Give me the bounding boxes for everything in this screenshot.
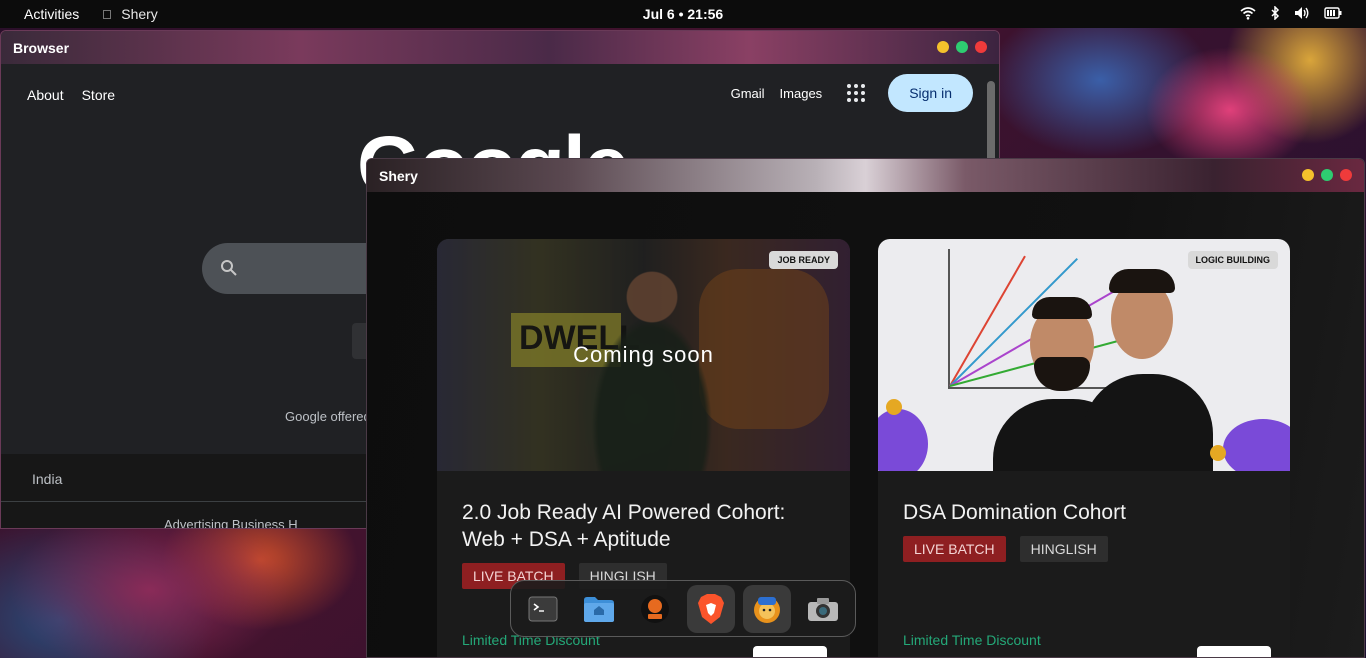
enroll-button[interactable] bbox=[753, 646, 827, 657]
course-badges: LIVE BATCH HINGLISH bbox=[903, 536, 1108, 562]
gmail-link[interactable]: Gmail bbox=[731, 86, 765, 101]
activities-button[interactable]: Activities bbox=[24, 6, 79, 22]
brave-browser-icon[interactable] bbox=[687, 584, 735, 633]
language-badge: HINGLISH bbox=[1019, 536, 1108, 562]
window-title: Browser bbox=[13, 40, 70, 56]
browser-titlebar[interactable]: Browser bbox=[1, 31, 999, 64]
live-batch-badge: LIVE BATCH bbox=[903, 536, 1006, 562]
sign-in-button[interactable]: Sign in bbox=[888, 74, 973, 112]
system-tray[interactable] bbox=[1240, 6, 1342, 20]
minimize-button[interactable] bbox=[937, 41, 949, 53]
google-left-nav: About Store bbox=[27, 87, 115, 103]
volume-icon bbox=[1294, 6, 1310, 20]
battery-icon bbox=[1324, 6, 1342, 20]
decorative-coin bbox=[886, 399, 902, 415]
course-tag: JOB READY bbox=[769, 251, 838, 269]
course-tag: LOGIC BUILDING bbox=[1187, 251, 1278, 269]
clock-container: Jul 6 • 21:56 bbox=[0, 6, 1366, 22]
course-thumbnail: LOGIC BUILDING bbox=[878, 239, 1290, 471]
bluetooth-icon bbox=[1270, 6, 1280, 20]
maximize-button[interactable] bbox=[1321, 169, 1333, 181]
maximize-button[interactable] bbox=[956, 41, 968, 53]
course-title[interactable]: 2.0 Job Ready AI Powered Cohort: Web + D… bbox=[462, 499, 832, 553]
focused-app-name: Shery bbox=[121, 6, 158, 22]
google-right-nav: Gmail Images Sign in bbox=[731, 74, 973, 112]
minimize-button[interactable] bbox=[1302, 169, 1314, 181]
discount-label: Limited Time Discount bbox=[903, 632, 1041, 648]
decorative-flower bbox=[1223, 419, 1290, 471]
google-apps-icon[interactable] bbox=[847, 84, 866, 102]
shery-titlebar[interactable]: Shery bbox=[367, 159, 1364, 192]
close-button[interactable] bbox=[1340, 169, 1352, 181]
decorative-flower bbox=[878, 409, 928, 471]
enroll-button[interactable] bbox=[1197, 646, 1271, 657]
instructor-photo-2 bbox=[1083, 249, 1213, 471]
top-bar: Activities Shery Jul 6 • 21:56 bbox=[0, 0, 1366, 28]
course-thumbnail: DWELL Coming soon JOB READY bbox=[437, 239, 850, 471]
offered-in-text: Google offered bbox=[285, 409, 371, 424]
window-controls bbox=[937, 41, 987, 53]
lion-app-icon[interactable] bbox=[743, 584, 791, 633]
course-title[interactable]: DSA Domination Cohort bbox=[903, 499, 1273, 526]
decorative-coin bbox=[1210, 445, 1226, 461]
images-link[interactable]: Images bbox=[780, 86, 823, 101]
window-controls bbox=[1302, 169, 1352, 181]
camera-icon[interactable] bbox=[799, 585, 847, 633]
close-button[interactable] bbox=[975, 41, 987, 53]
window-title: Shery bbox=[379, 168, 418, 184]
footer-links[interactable]: Advertising Business H bbox=[164, 517, 298, 528]
terminal-icon[interactable] bbox=[519, 585, 567, 633]
focused-app-menu[interactable]: Shery bbox=[103, 6, 158, 22]
app-icon bbox=[103, 9, 112, 19]
files-icon[interactable] bbox=[575, 585, 623, 633]
search-icon bbox=[220, 259, 238, 282]
course-card[interactable]: LOGIC BUILDING DSA Domination Cohort LIV… bbox=[878, 239, 1290, 657]
coming-soon-label: Coming soon bbox=[573, 342, 714, 367]
dock bbox=[510, 580, 856, 637]
about-link[interactable]: About bbox=[27, 87, 64, 103]
store-link[interactable]: Store bbox=[82, 87, 115, 103]
footer-country: India bbox=[32, 471, 63, 487]
clock[interactable]: Jul 6 • 21:56 bbox=[643, 6, 723, 22]
cook-app-icon[interactable] bbox=[631, 585, 679, 633]
wifi-icon bbox=[1240, 6, 1256, 20]
